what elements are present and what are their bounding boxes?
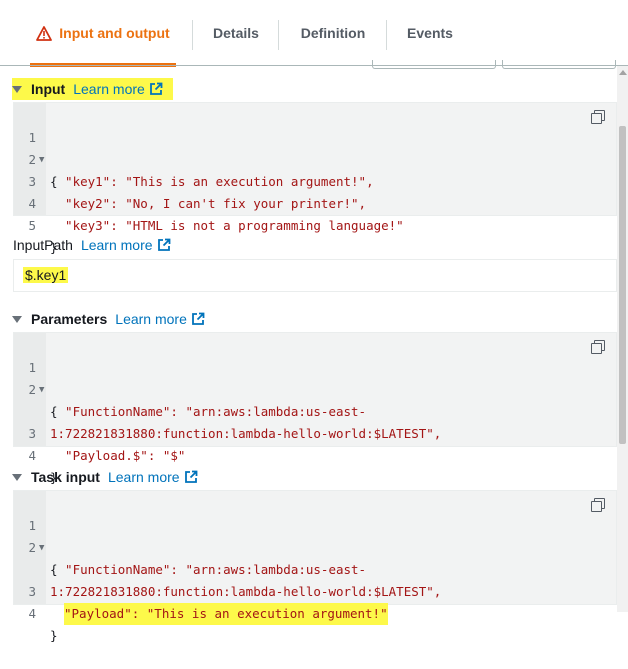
link-label: Learn more bbox=[115, 311, 187, 327]
section-title: Task input bbox=[31, 469, 100, 485]
warning-icon bbox=[36, 25, 53, 41]
task-input-section-header[interactable]: Task input Learn more bbox=[12, 466, 198, 488]
tab-details[interactable]: Details bbox=[196, 0, 276, 66]
copy-icon[interactable] bbox=[591, 110, 605, 124]
tab-label: Details bbox=[213, 25, 259, 41]
code-line: 4 } bbox=[14, 581, 614, 643]
tab-label: Definition bbox=[300, 25, 366, 41]
copy-icon[interactable] bbox=[591, 340, 605, 354]
code-text: "Payload": "This is an execution argumen… bbox=[64, 603, 388, 625]
tab-label: Input and output bbox=[59, 25, 170, 41]
section-title: Parameters bbox=[31, 311, 108, 327]
code-line: 1 ▼ { bbox=[14, 335, 614, 419]
link-label: Learn more bbox=[73, 81, 145, 97]
code-line: 1 ▼ { bbox=[14, 105, 614, 189]
code-line: 4 } bbox=[14, 423, 614, 485]
code-line: 4 "key3": "HTML is not a programming lan… bbox=[14, 171, 614, 233]
link-label: Learn more bbox=[107, 469, 180, 485]
code-text: "key3": "HTML is not a programming langu… bbox=[50, 218, 404, 233]
code-text: "Payload.$": "$" bbox=[50, 448, 186, 463]
line-number: 5 bbox=[28, 218, 36, 233]
tab-events[interactable]: Events bbox=[390, 0, 470, 66]
code-line: 2 "FunctionName": "arn:aws:lambda:us-eas… bbox=[14, 515, 614, 577]
code-line: 3 "key2": "No, I can't fix your printer!… bbox=[14, 149, 614, 211]
learn-more-link[interactable]: Learn more bbox=[73, 81, 163, 97]
learn-more-link[interactable]: Learn more bbox=[81, 237, 171, 253]
code-line: 2 "key1": "This is an execution argument… bbox=[14, 127, 614, 189]
section-title: Input bbox=[31, 81, 66, 97]
code-line: 1:722821831880:function:lambda-hello-wor… bbox=[14, 379, 614, 441]
tab-underline bbox=[0, 65, 628, 66]
code-line: 2 "FunctionName": "arn:aws:lambda:us-eas… bbox=[14, 357, 614, 419]
external-link-icon bbox=[184, 470, 197, 483]
scrollbar[interactable] bbox=[617, 66, 628, 612]
code-line: 3 "Payload.$": "$" bbox=[14, 401, 614, 463]
tab-label: Events bbox=[407, 25, 453, 41]
caret-down-icon[interactable] bbox=[12, 315, 22, 323]
task-input-code-editor[interactable]: 1 ▼ { 2 "FunctionName": "arn:aws:lambda:… bbox=[13, 490, 617, 643]
tab-divider bbox=[278, 20, 279, 50]
parameters-section-header[interactable]: Parameters Learn more bbox=[12, 308, 205, 330]
inputpath-label: InputPath bbox=[13, 237, 73, 253]
code-line: 1 ▼ { bbox=[14, 493, 614, 577]
scroll-up-arrow-icon[interactable] bbox=[619, 70, 627, 75]
code-line: 5 } bbox=[14, 193, 614, 255]
parameters-code-editor[interactable]: 1 ▼ { 2 "FunctionName": "arn:aws:lambda:… bbox=[13, 332, 617, 485]
tab-divider bbox=[192, 20, 193, 50]
code-line: 1:722821831880:function:lambda-hello-wor… bbox=[14, 537, 614, 599]
inputpath-field[interactable]: $.key1 bbox=[13, 259, 617, 292]
code-text: } bbox=[50, 628, 58, 643]
tab-input-and-output[interactable]: Input and output bbox=[22, 0, 184, 67]
caret-down-icon[interactable] bbox=[12, 473, 22, 481]
external-link-icon bbox=[157, 238, 170, 251]
tab-bar: Input and output Details Definition Even… bbox=[0, 0, 628, 69]
external-link-icon bbox=[191, 312, 205, 325]
learn-more-link[interactable]: Learn more bbox=[115, 311, 205, 327]
caret-down-icon[interactable] bbox=[12, 85, 22, 93]
inputpath-header: InputPath Learn more bbox=[13, 237, 171, 253]
input-section-header[interactable]: Input Learn more bbox=[12, 78, 173, 100]
learn-more-link[interactable]: Learn more bbox=[108, 469, 198, 485]
line-number: 4 bbox=[28, 606, 36, 621]
code-line: 3 "Payload": "This is an execution argum… bbox=[14, 559, 614, 625]
line-number: 4 bbox=[28, 448, 36, 463]
input-code-editor[interactable]: 1 ▼ { 2 "key1": "This is an execution ar… bbox=[13, 102, 617, 255]
tab-divider bbox=[386, 20, 387, 50]
tab-definition[interactable]: Definition bbox=[282, 0, 384, 66]
scrollbar-thumb[interactable] bbox=[619, 126, 626, 444]
copy-icon[interactable] bbox=[591, 498, 605, 512]
external-link-icon bbox=[149, 82, 163, 95]
link-label: Learn more bbox=[80, 237, 153, 253]
inputpath-value: $.key1 bbox=[23, 267, 69, 283]
